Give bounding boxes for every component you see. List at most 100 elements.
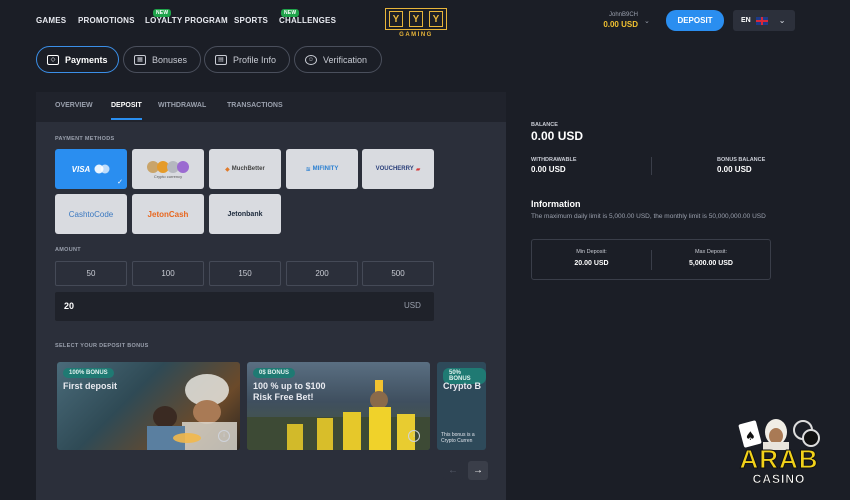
user-check-icon: ☺ [305,54,317,65]
tab-profile-info[interactable]: ▤ Profile Info [204,46,290,73]
amount-input[interactable] [55,292,434,321]
payment-method-voucherry[interactable]: VOUCHERRY ▰ [362,149,434,189]
gift-icon: ▦ [134,54,146,65]
tab-bonuses-label: Bonuses [152,54,188,65]
amount-currency: USD [404,301,421,310]
payment-method-crypto[interactable]: Crypto currency [132,149,204,189]
payment-method-cashtocode[interactable]: CashtoCode [55,194,127,234]
wallet-icon: ◇ [47,54,59,65]
mastercard-icon [94,164,110,174]
divider [651,157,652,175]
payment-method-jetonbank[interactable]: Jetonbank [209,194,281,234]
payment-method-jetoncash[interactable]: JetonCash [132,194,204,234]
bonus-title: 100 % up to $100 Risk Free Bet! [253,381,326,402]
bonus-balance-value: 0.00 USD [717,165,752,174]
username: JohnB9CH [608,12,638,18]
new-badge: NEW [281,9,300,17]
amount-preset-50[interactable]: 50 [55,261,127,286]
tab-payments-label: Payments [65,54,108,65]
subtab-overview[interactable]: OVERVIEW [55,102,93,109]
min-deposit-label: Min Deposit: [576,249,607,255]
payment-method-muchbetter[interactable]: ◆ MuchBetter [209,149,281,189]
chevron-down-icon[interactable]: ⌄ [644,17,650,25]
watermark-line1: ARAB [739,444,819,474]
subtab-transactions[interactable]: TRANSACTIONS [227,102,283,109]
bonus-card-crypto[interactable]: 50% BONUS Crypto B This bonus is a Crypt… [437,362,486,450]
uk-flag-icon [755,16,768,25]
carousel-next-button[interactable]: → [468,461,488,480]
payment-methods-label: PAYMENT METHODS [55,136,115,142]
bonus-title: Crypto B [443,381,481,391]
muchbetter-icon: ◆ [225,166,230,173]
bonus-card-risk-free-bet[interactable]: 0$ BONUS 100 % up to $100 Risk Free Bet!… [247,362,430,450]
logo-mark: Y Y Y [385,8,447,30]
arrow-left-icon: ← [448,465,458,476]
arab-casino-logo: ♠ ARAB CASINO [731,416,827,486]
amount-preset-500[interactable]: 500 [362,261,434,286]
watermark-line2: CASINO [752,472,806,487]
logo-text: GAMING [399,32,433,38]
visa-label: VISA [71,164,91,174]
subtab-withdrawal[interactable]: WITHDRAWAL [158,102,206,109]
withdrawable-label: WITHDRAWABLE [531,157,577,163]
tab-payments[interactable]: ◇ Payments [36,46,119,73]
amount-preset-150[interactable]: 150 [209,261,281,286]
voucherry-label: VOUCHERRY [375,166,414,172]
nav-challenges-label: CHALLENGES [279,16,337,25]
bonus-description: This bonus is a Crypto Curren [441,432,475,444]
amount-preset-100[interactable]: 100 [132,261,204,286]
voucher-icon: ▰ [415,166,421,173]
wallet-subtabs: OVERVIEW DEPOSIT WITHDRAWAL TRANSACTIONS [36,92,506,122]
nav-challenges[interactable]: NEW CHALLENGES [279,9,337,25]
svg-text:♠: ♠ [745,429,756,443]
user-menu[interactable]: JohnB9CH 0.00 USD [586,12,638,29]
min-deposit-value: 20.00 USD [574,260,609,267]
logo-glyph: Y [409,11,423,27]
bonus-title: First deposit [63,381,118,391]
bonus-badge: 0$ BONUS [253,368,296,378]
withdrawable-value: 0.00 USD [531,165,566,174]
nav-loyalty-label: LOYALTY PROGRAM [145,16,228,25]
bonus-balance-label: BONUS BALANCE [717,157,766,163]
nav-loyalty-program[interactable]: NEW LOYALTY PROGRAM [145,9,228,25]
nav-promotions[interactable]: PROMOTIONS [78,16,135,25]
info-icon[interactable]: i [218,430,230,442]
logo-glyph: Y [389,11,403,27]
bonus-badge: 100% BONUS [63,368,114,378]
deposit-bonus-label: SELECT YOUR DEPOSIT BONUS [55,343,149,349]
carousel-prev-button[interactable]: ← [443,461,463,480]
arrow-right-icon: → [473,465,483,476]
deposit-limits-box: Min Deposit: 20.00 USD Max Deposit: 5,00… [531,239,771,280]
payment-method-mifinity[interactable]: ≋ MIFINITY [286,149,358,189]
tab-verification[interactable]: ☺ Verification [294,46,382,73]
crypto-coins-icon [147,160,189,173]
mifinity-icon: ≋ [305,166,311,173]
amount-input-value: 20 [64,301,75,311]
logo-glyph: Y [429,11,443,27]
chevron-down-icon: ⌄ [778,16,786,25]
new-badge: NEW [153,9,172,17]
id-card-icon: ▤ [215,54,227,65]
tab-profile-info-label: Profile Info [233,54,277,65]
information-text: The maximum daily limit is 5,000.00 USD,… [531,213,766,220]
max-deposit-label: Max Deposit: [694,249,728,255]
site-logo[interactable]: Y Y Y GAMING [385,8,447,40]
nav-sports[interactable]: SPORTS [234,16,268,25]
tab-bonuses[interactable]: ▦ Bonuses [123,46,201,73]
bonus-card-first-deposit[interactable]: 100% BONUS First deposit i [57,362,240,450]
top-navigation: GAMES PROMOTIONS NEW LOYALTY PROGRAM SPO… [0,0,850,42]
nav-games[interactable]: GAMES [36,16,66,25]
balance-label: BALANCE [531,122,558,128]
payment-method-visa[interactable]: VISA ✓ [55,149,127,189]
mifinity-label: MIFINITY [312,166,339,172]
subtab-deposit[interactable]: DEPOSIT [111,102,142,120]
crypto-label: Crypto currency [153,173,183,179]
info-icon[interactable]: i [408,430,420,442]
deposit-button[interactable]: DEPOSIT [666,10,724,31]
amount-preset-200[interactable]: 200 [286,261,358,286]
max-deposit-value: 5,000.00 USD [689,260,733,267]
language-selector[interactable]: EN ⌄ [733,10,795,31]
muchbetter-label: MuchBetter [231,166,265,172]
balance-value: 0.00 USD [531,129,584,143]
user-balance: 0.00 USD [603,20,638,29]
